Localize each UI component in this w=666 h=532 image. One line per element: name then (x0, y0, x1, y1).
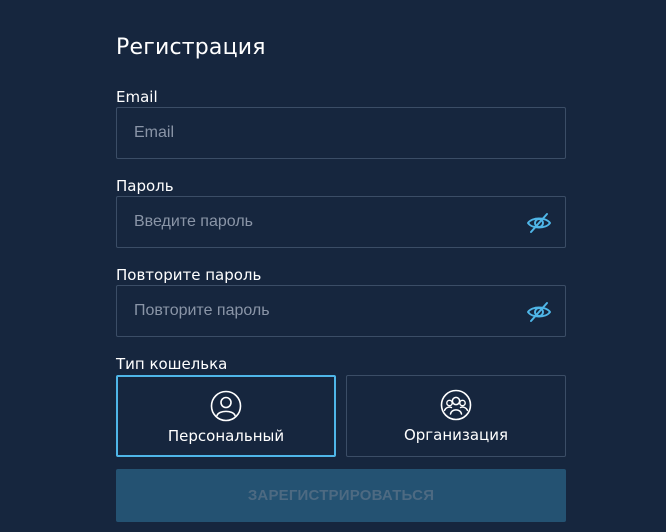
group-icon (440, 389, 472, 421)
wallet-type-label: Тип кошелька (116, 355, 228, 373)
password-label: Пароль (116, 177, 174, 195)
wallet-option-label: Организация (403, 426, 509, 444)
password-confirm-field-container (116, 285, 566, 337)
wallet-option-personal[interactable]: Персональный (116, 375, 336, 457)
wallet-option-label: Персональный (167, 427, 285, 445)
password-confirm-input[interactable] (117, 286, 565, 336)
eye-off-icon[interactable] (525, 209, 553, 237)
password-input[interactable] (117, 197, 565, 247)
user-icon (210, 390, 242, 422)
eye-off-icon[interactable] (525, 298, 553, 326)
wallet-option-organization[interactable]: Организация (346, 375, 566, 457)
password-confirm-label: Повторите пароль (116, 266, 262, 284)
register-button[interactable]: ЗАРЕГИСТРИРОВАТЬСЯ (116, 469, 566, 522)
email-field-container (116, 107, 566, 159)
page-title: Регистрация (116, 35, 266, 60)
email-input[interactable] (117, 108, 565, 158)
password-field-container (116, 196, 566, 248)
email-label: Email (116, 88, 158, 106)
